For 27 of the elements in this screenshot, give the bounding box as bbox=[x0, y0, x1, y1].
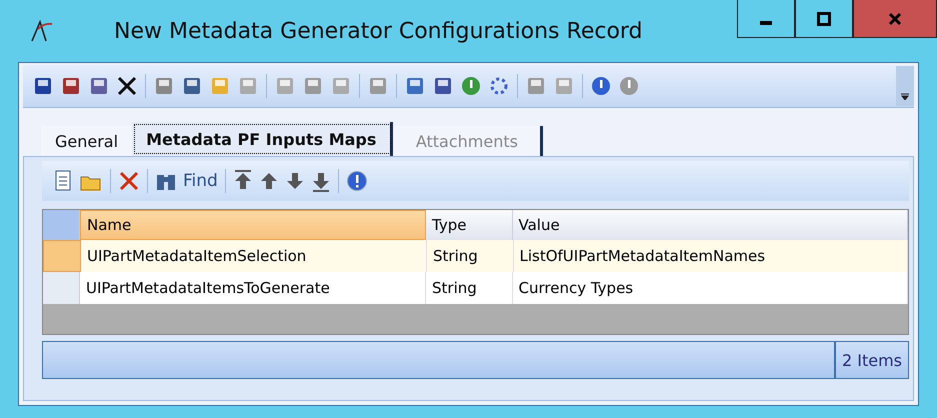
close-icon bbox=[888, 12, 902, 26]
table-cell: UIPartMetadataItemsToGenerate bbox=[80, 272, 426, 304]
minimize-button[interactable] bbox=[737, 0, 795, 38]
maximize-button[interactable] bbox=[795, 0, 853, 38]
item-count: 2 Items bbox=[834, 342, 908, 378]
delete-icon bbox=[118, 170, 140, 192]
close-icon bbox=[116, 75, 138, 97]
move-bottom-icon bbox=[310, 170, 331, 192]
table-cell: String bbox=[426, 272, 512, 304]
tab[interactable]: General bbox=[41, 126, 132, 156]
logo-icon bbox=[30, 19, 54, 43]
dots-ring-icon bbox=[488, 75, 510, 97]
table-cell: Currency Types bbox=[512, 272, 908, 304]
overflow-button[interactable] bbox=[896, 66, 914, 106]
maximize-icon bbox=[817, 12, 831, 26]
column-header[interactable]: Name bbox=[80, 210, 426, 240]
save-icon bbox=[88, 75, 110, 97]
window-title: New Metadata Generator Configurations Record bbox=[114, 18, 644, 44]
move-top-icon bbox=[232, 170, 253, 192]
save-icon bbox=[60, 75, 82, 97]
move-down-icon bbox=[284, 170, 305, 192]
minimize-icon bbox=[760, 20, 772, 24]
find-button[interactable]: Find bbox=[152, 171, 221, 191]
tab[interactable]: Metadata PF Inputs Maps bbox=[132, 122, 394, 156]
caret-icon bbox=[901, 92, 909, 100]
move-up-icon bbox=[258, 170, 279, 192]
save-icon bbox=[32, 75, 54, 97]
